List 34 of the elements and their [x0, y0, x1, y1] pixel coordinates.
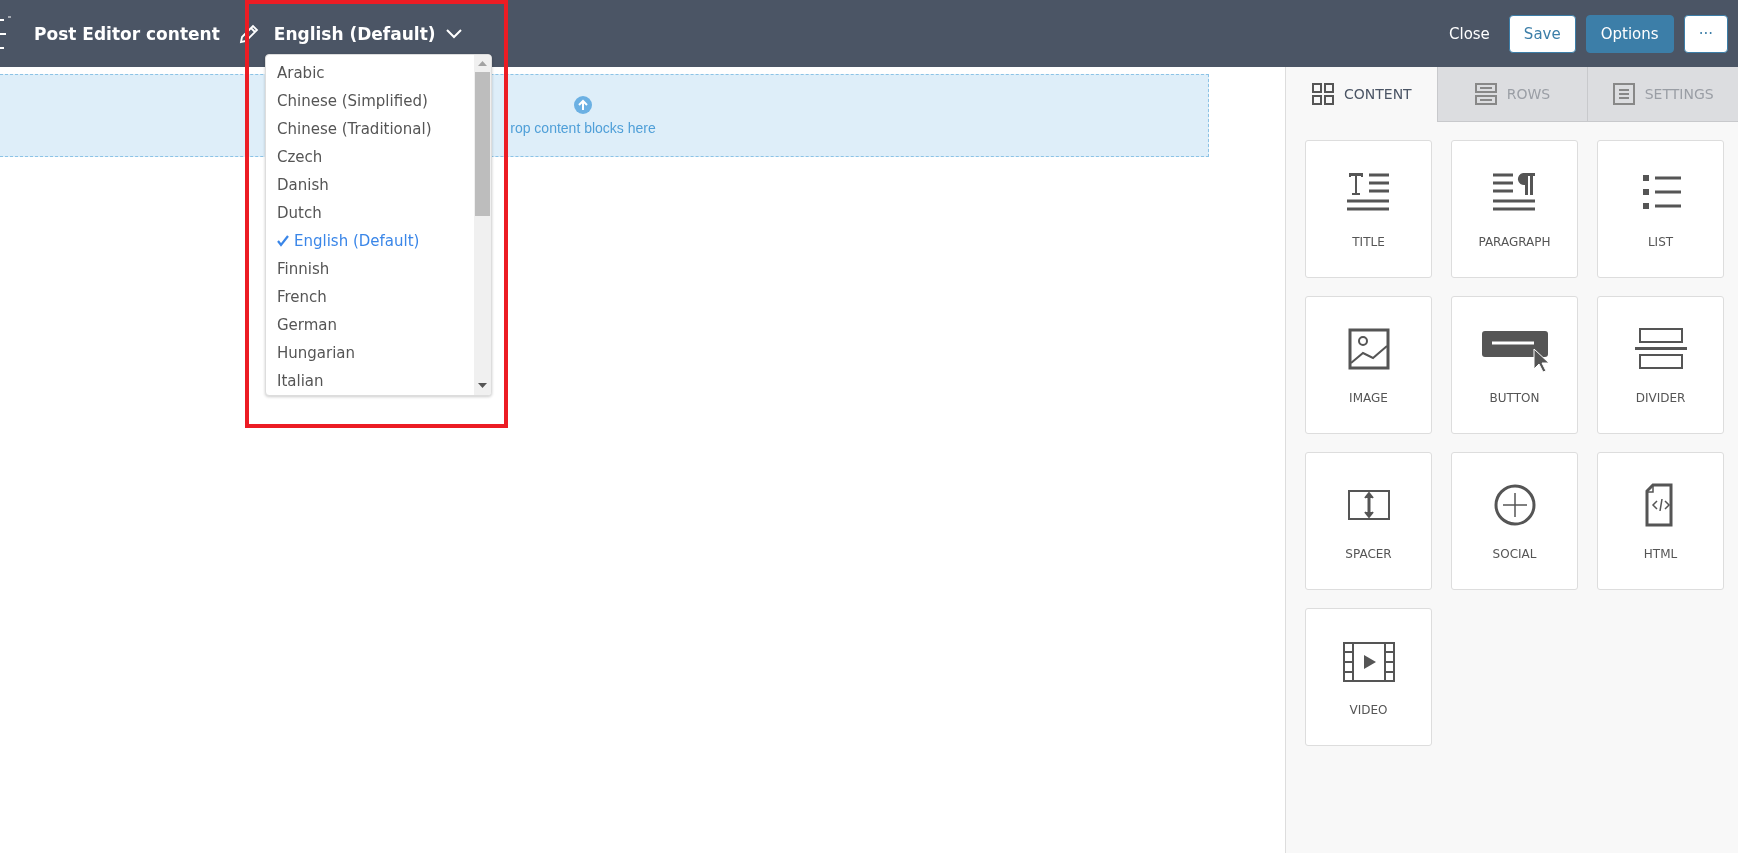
- content-block-tile[interactable]: PARAGRAPH: [1451, 140, 1578, 278]
- language-selector[interactable]: English (Default): [267, 19, 468, 48]
- toolbar-button[interactable]: Save: [1508, 14, 1576, 53]
- content-block-tile[interactable]: SPACER: [1305, 452, 1432, 590]
- close-link[interactable]: Close: [1440, 14, 1499, 53]
- language-option[interactable]: Hungarian: [266, 339, 474, 367]
- check-icon: [277, 235, 289, 247]
- page-title: Post Editor content: [34, 23, 220, 44]
- language-option[interactable]: English (Default): [266, 227, 474, 255]
- scrollbar[interactable]: [474, 55, 491, 395]
- language-option[interactable]: Danish: [266, 171, 474, 199]
- options-button[interactable]: Options: [1585, 14, 1674, 53]
- content-block-tile[interactable]: IMAGE: [1305, 296, 1432, 434]
- rows-icon: [1474, 83, 1497, 105]
- document-icon: [1612, 83, 1635, 105]
- content-block-tile[interactable]: LIST: [1597, 140, 1724, 278]
- language-option[interactable]: Finnish: [266, 255, 474, 283]
- language-option[interactable]: Dutch: [266, 199, 474, 227]
- language-option[interactable]: German: [266, 311, 474, 339]
- language-option[interactable]: Chinese (Traditional): [266, 115, 474, 143]
- grid-icon: [1312, 83, 1334, 105]
- content-block-tile[interactable]: VIDEO: [1305, 608, 1432, 746]
- content-block-tile[interactable]: BUTTON: [1451, 296, 1578, 434]
- drop-hint: rop content blocks here: [510, 119, 656, 136]
- language-option[interactable]: Italian: [266, 367, 474, 395]
- content-block-tile[interactable]: TITLE: [1305, 140, 1432, 278]
- language-option[interactable]: Chinese (Simplified): [266, 87, 474, 115]
- language-option[interactable]: French: [266, 283, 474, 311]
- pencil-icon[interactable]: [237, 22, 260, 45]
- content-block-tile[interactable]: HTML: [1597, 452, 1724, 590]
- content-block-tile[interactable]: SOCIAL: [1451, 452, 1578, 590]
- chevron-down-icon: [445, 28, 462, 39]
- content-block-tile[interactable]: DIVIDER: [1597, 296, 1724, 434]
- toolbar-button[interactable]: ···: [1683, 14, 1728, 53]
